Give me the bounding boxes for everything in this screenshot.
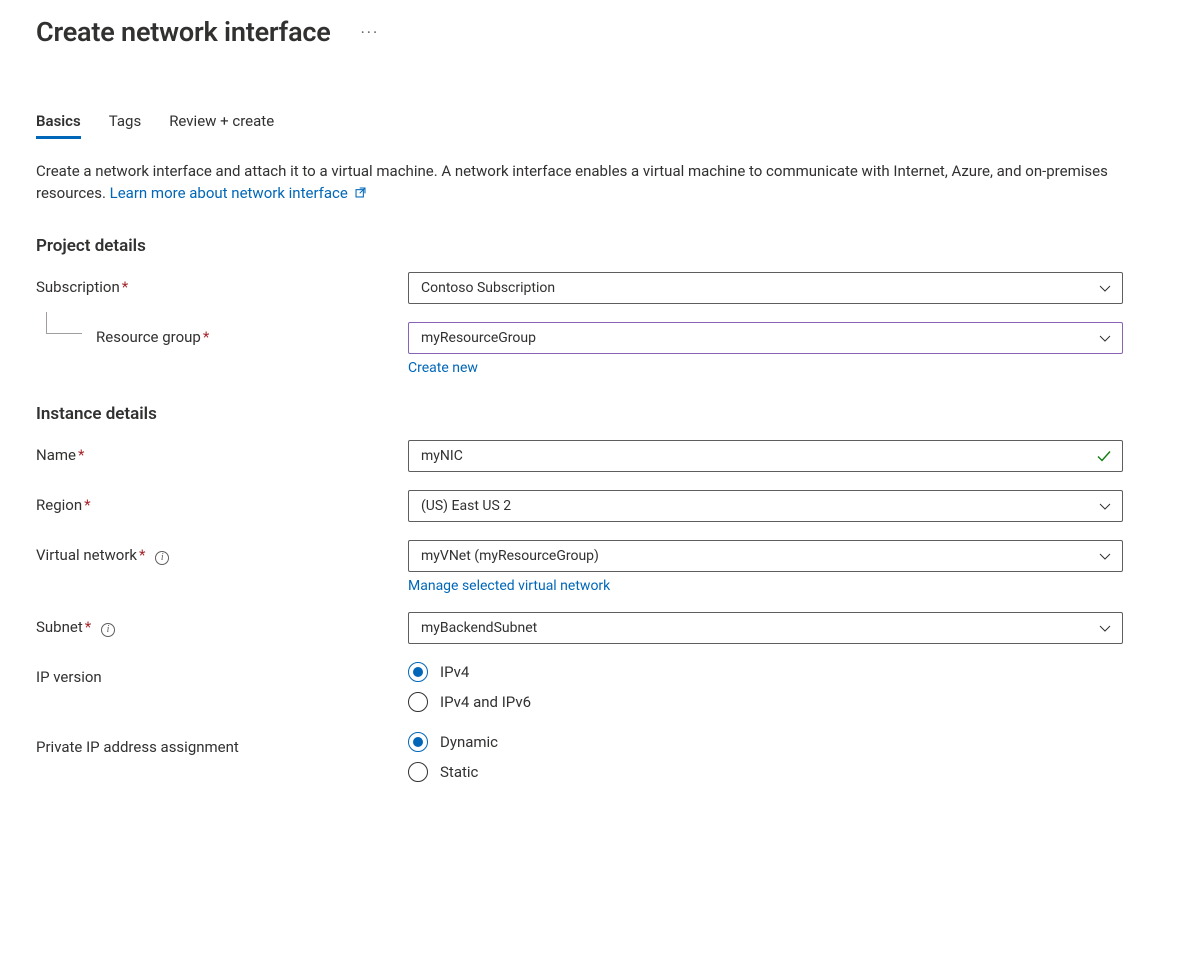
info-icon[interactable]: i (101, 623, 115, 637)
resource-group-value: myResourceGroup (421, 330, 536, 346)
tab-tags[interactable]: Tags (109, 106, 141, 139)
instance-details-heading: Instance details (36, 404, 1164, 424)
subnet-label: Subnet* i (36, 612, 408, 637)
radio-static[interactable]: Static (408, 762, 1123, 782)
private-ip-radio-group: Dynamic Static (408, 732, 1123, 782)
radio-label: IPv4 and IPv6 (440, 693, 531, 711)
manage-vnet-link[interactable]: Manage selected virtual network (408, 578, 610, 594)
name-label: Name* (36, 440, 408, 464)
subscription-label: Subscription* (36, 272, 408, 296)
learn-more-label: Learn more about network interface (110, 184, 348, 202)
chevron-down-icon (1098, 499, 1112, 513)
info-icon[interactable]: i (155, 551, 169, 565)
radio-ipv4[interactable]: IPv4 (408, 662, 1123, 682)
resource-group-select[interactable]: myResourceGroup (408, 322, 1123, 354)
virtual-network-select[interactable]: myVNet (myResourceGroup) (408, 540, 1123, 572)
radio-dynamic[interactable]: Dynamic (408, 732, 1123, 752)
radio-icon (408, 662, 428, 682)
subnet-select[interactable]: myBackendSubnet (408, 612, 1123, 644)
tab-review-create[interactable]: Review + create (169, 106, 274, 139)
radio-label: IPv4 (440, 663, 469, 681)
region-value: (US) East US 2 (421, 498, 511, 514)
resource-group-label: Resource group* (36, 322, 408, 346)
radio-icon (408, 732, 428, 752)
chevron-down-icon (1098, 549, 1112, 563)
subscription-select[interactable]: Contoso Subscription (408, 272, 1123, 304)
intro-text: Create a network interface and attach it… (36, 161, 1164, 206)
chevron-down-icon (1098, 281, 1112, 295)
ip-version-label: IP version (36, 662, 408, 686)
name-input[interactable]: myNIC (408, 440, 1123, 472)
checkmark-icon (1096, 448, 1112, 464)
chevron-down-icon (1098, 621, 1112, 635)
virtual-network-label: Virtual network* i (36, 540, 408, 565)
radio-label: Static (440, 763, 478, 781)
radio-icon (408, 692, 428, 712)
create-new-link[interactable]: Create new (408, 360, 478, 376)
region-select[interactable]: (US) East US 2 (408, 490, 1123, 522)
page-title: Create network interface (36, 16, 331, 48)
ip-version-radio-group: IPv4 IPv4 and IPv6 (408, 662, 1123, 712)
chevron-down-icon (1098, 331, 1112, 345)
tree-connector-icon (46, 312, 82, 334)
external-link-icon (354, 184, 367, 206)
radio-label: Dynamic (440, 733, 498, 751)
more-options-icon[interactable]: ··· (361, 23, 380, 42)
project-details-heading: Project details (36, 236, 1164, 256)
tab-bar: Basics Tags Review + create (36, 106, 1164, 139)
radio-ipv4-ipv6[interactable]: IPv4 and IPv6 (408, 692, 1123, 712)
name-value: myNIC (421, 448, 463, 464)
subscription-value: Contoso Subscription (421, 280, 555, 296)
radio-icon (408, 762, 428, 782)
region-label: Region* (36, 490, 408, 514)
private-ip-label: Private IP address assignment (36, 732, 408, 756)
tab-basics[interactable]: Basics (36, 106, 81, 139)
virtual-network-value: myVNet (myResourceGroup) (421, 548, 599, 564)
subnet-value: myBackendSubnet (421, 620, 537, 636)
learn-more-link[interactable]: Learn more about network interface (110, 184, 367, 202)
